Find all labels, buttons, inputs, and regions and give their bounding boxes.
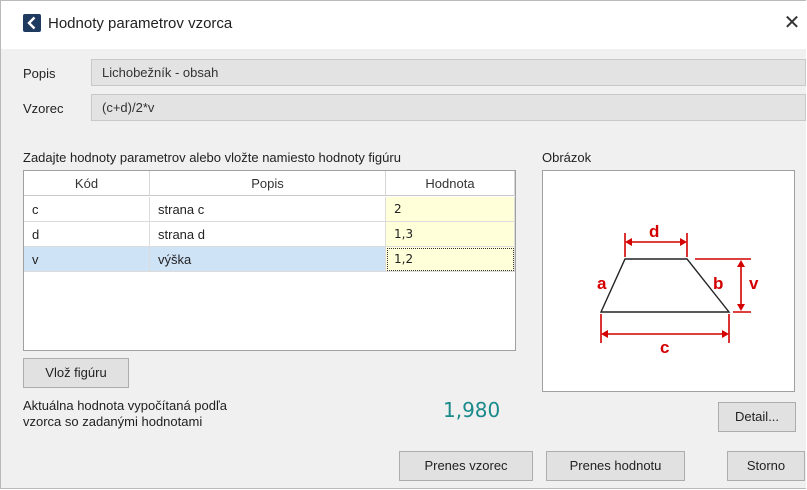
label-v: v: [749, 274, 759, 293]
table-row[interactable]: d strana d 1,3: [24, 222, 515, 247]
back-arrow-icon: [23, 14, 41, 32]
code-cell: d: [24, 222, 150, 247]
window-title: Hodnoty parametrov vzorca: [48, 15, 233, 32]
close-icon[interactable]: ✕: [779, 10, 805, 36]
column-header-description[interactable]: Popis: [150, 171, 386, 196]
parameter-values-dialog: Hodnoty parametrov vzorca ✕ Popis Lichob…: [0, 0, 807, 489]
description-cell: strana d: [150, 222, 386, 247]
value-cell[interactable]: 1,2: [386, 247, 515, 272]
detail-button[interactable]: Detail...: [718, 402, 796, 432]
cancel-button[interactable]: Storno: [727, 451, 805, 481]
column-header-value[interactable]: Hodnota: [386, 171, 515, 196]
label-d: d: [649, 222, 659, 241]
parameters-grid[interactable]: Kód Popis Hodnota c strana c 2 d strana …: [23, 170, 516, 351]
code-cell: v: [24, 247, 150, 272]
formula-field: (c+d)/2*v: [91, 94, 806, 121]
value-cell[interactable]: 1,3: [386, 222, 515, 247]
description-field: Lichobežník - obsah: [91, 59, 806, 86]
table-row[interactable]: c strana c 2: [24, 197, 515, 222]
column-header-code[interactable]: Kód: [24, 171, 150, 196]
insert-figure-button[interactable]: Vlož figúru: [23, 358, 129, 388]
title-bar: Hodnoty parametrov vzorca ✕: [1, 1, 807, 49]
table-row-selected[interactable]: v výška 1,2: [24, 247, 515, 272]
result-value: 1,980: [443, 398, 501, 422]
result-caption-line1: Aktuálna hodnota vypočítaná podľa: [23, 398, 228, 413]
description-cell: strana c: [150, 197, 386, 222]
label-a: a: [597, 274, 607, 293]
image-panel: d a b v c: [542, 170, 795, 392]
image-label: Obrázok: [542, 150, 592, 165]
transfer-value-button[interactable]: Prenes hodnotu: [546, 451, 685, 481]
transfer-formula-button[interactable]: Prenes vzorec: [399, 451, 533, 481]
code-cell: c: [24, 197, 150, 222]
value-cell[interactable]: 2: [386, 197, 515, 222]
label-b: b: [713, 274, 723, 293]
grid-instruction: Zadajte hodnoty parametrov alebo vložte …: [23, 150, 401, 165]
result-caption-line2: vzorca so zadanými hodnotami: [23, 414, 203, 429]
label-c: c: [660, 338, 669, 357]
description-cell: výška: [150, 247, 386, 272]
trapezoid-diagram: d a b v c: [597, 222, 759, 357]
formula-label: Vzorec: [23, 101, 64, 116]
description-label: Popis: [23, 66, 56, 81]
